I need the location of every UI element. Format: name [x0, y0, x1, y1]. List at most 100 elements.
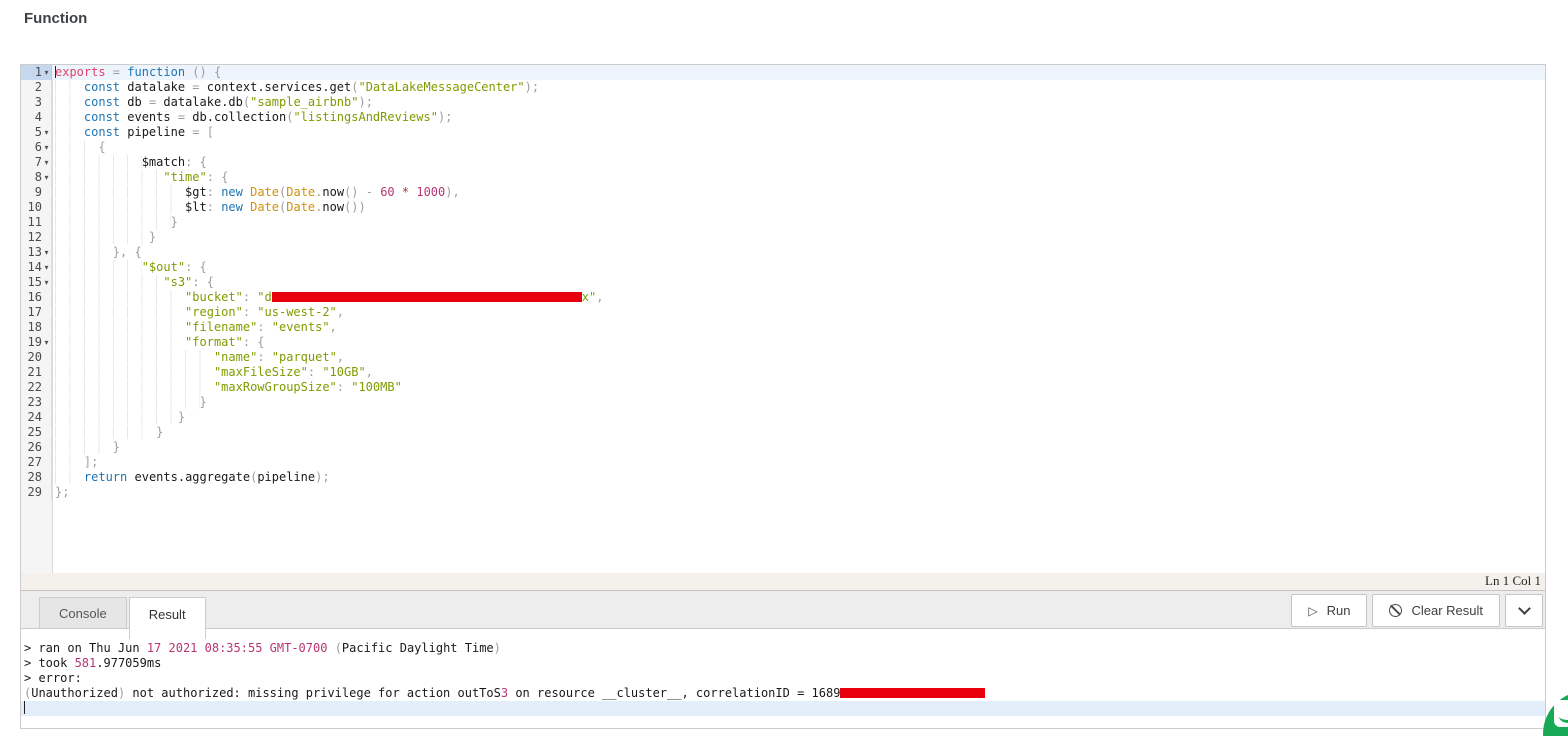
tab-console-label: Console — [59, 606, 107, 621]
chat-bubble-button[interactable] — [1543, 691, 1568, 736]
line-number[interactable]: 8▾ — [21, 170, 52, 185]
line-number[interactable]: 1▾ — [21, 65, 52, 80]
line-number: 4 — [21, 110, 52, 125]
code-line[interactable]: 7▾ $match: { — [21, 155, 1545, 170]
clear-result-label: Clear Result — [1411, 603, 1483, 618]
line-number: 29 — [21, 485, 52, 500]
line-number: 3 — [21, 95, 52, 110]
tab-result[interactable]: Result — [129, 597, 206, 639]
line-number[interactable]: 5▾ — [21, 125, 52, 140]
line-number: 18 — [21, 320, 52, 335]
line-number: 27 — [21, 455, 52, 470]
line-number[interactable]: 7▾ — [21, 155, 52, 170]
line-number: 25 — [21, 425, 52, 440]
code-line[interactable]: 21 "maxFileSize": "10GB", — [21, 365, 1545, 380]
fold-arrow-icon: ▾ — [42, 170, 51, 185]
line-number: 11 — [21, 215, 52, 230]
console-line[interactable]: > took 581.977059ms — [24, 656, 1545, 671]
fold-arrow-icon: ▾ — [42, 125, 51, 140]
fold-arrow-icon: ▾ — [42, 155, 51, 170]
clear-result-button[interactable]: Clear Result — [1372, 594, 1500, 627]
line-number: 20 — [21, 350, 52, 365]
code-line[interactable]: 18 "filename": "events", — [21, 320, 1545, 335]
code-line[interactable]: 23 } — [21, 395, 1545, 410]
code-lines-container: 1▾exports = function () {2 const datalak… — [21, 65, 1545, 500]
code-line[interactable]: 12 } — [21, 230, 1545, 245]
no-entry-icon — [1389, 604, 1402, 617]
line-number: 24 — [21, 410, 52, 425]
line-number: 16 — [21, 290, 52, 305]
console-cursor-line[interactable] — [21, 701, 1545, 716]
line-number: 2 — [21, 80, 52, 95]
tab-console[interactable]: Console — [39, 597, 127, 629]
code-line[interactable]: 26 } — [21, 440, 1545, 455]
tab-result-label: Result — [149, 607, 186, 622]
line-number: 28 — [21, 470, 52, 485]
chevron-down-icon — [1518, 602, 1531, 615]
code-line[interactable]: 22 "maxRowGroupSize": "100MB" — [21, 380, 1545, 395]
results-toolbar: Console Result ▷ Run Clear Result — [20, 591, 1546, 629]
code-line[interactable]: 15▾ "s3": { — [21, 275, 1545, 290]
fold-arrow-icon: ▾ — [42, 275, 51, 290]
code-line[interactable]: 13▾ }, { — [21, 245, 1545, 260]
fold-arrow-icon: ▾ — [42, 65, 51, 80]
fold-arrow-icon: ▾ — [42, 140, 51, 155]
code-line[interactable]: 6▾ { — [21, 140, 1545, 155]
function-editor-panel: 1▾exports = function () {2 const datalak… — [20, 64, 1546, 729]
code-line[interactable]: 16 "bucket": "dx", — [21, 290, 1545, 305]
expand-button[interactable] — [1505, 594, 1543, 627]
page-title: Function — [0, 0, 1568, 27]
line-number[interactable]: 13▾ — [21, 245, 52, 260]
play-icon: ▷ — [1308, 605, 1317, 617]
code-line[interactable]: 11 } — [21, 215, 1545, 230]
code-line[interactable]: 27 ]; — [21, 455, 1545, 470]
line-number: 22 — [21, 380, 52, 395]
code-line[interactable]: 3 const db = datalake.db("sample_airbnb"… — [21, 95, 1545, 110]
console-line[interactable]: > error: — [24, 671, 1545, 686]
toolbar-actions: ▷ Run Clear Result — [1291, 594, 1543, 627]
code-line[interactable]: 10 $lt: new Date(Date.now()) — [21, 200, 1545, 215]
code-line[interactable]: 20 "name": "parquet", — [21, 350, 1545, 365]
line-number: 26 — [21, 440, 52, 455]
console-line[interactable]: (Unauthorized) not authorized: missing p… — [24, 686, 1545, 701]
cursor-position-label: Ln 1 Col 1 — [1485, 573, 1541, 588]
console-line[interactable]: > ran on Thu Jun 17 2021 08:35:55 GMT-07… — [24, 641, 1545, 656]
redaction-bar — [840, 688, 985, 698]
text-cursor — [24, 701, 25, 714]
code-line[interactable]: 17 "region": "us-west-2", — [21, 305, 1545, 320]
code-line[interactable]: 8▾ "time": { — [21, 170, 1545, 185]
run-button-label: Run — [1327, 603, 1351, 618]
line-number[interactable]: 14▾ — [21, 260, 52, 275]
line-number[interactable]: 6▾ — [21, 140, 52, 155]
run-button[interactable]: ▷ Run — [1291, 594, 1367, 627]
code-editor[interactable]: 1▾exports = function () {2 const datalak… — [20, 64, 1546, 573]
fold-arrow-icon: ▾ — [42, 260, 51, 275]
fold-arrow-icon: ▾ — [42, 245, 51, 260]
code-line[interactable]: 5▾ const pipeline = [ — [21, 125, 1545, 140]
editor-status-bar: Ln 1 Col 1 — [20, 573, 1546, 591]
code-line[interactable]: 4 const events = db.collection("listings… — [21, 110, 1545, 125]
code-line[interactable]: 19▾ "format": { — [21, 335, 1545, 350]
code-line[interactable]: 29}; — [21, 485, 1545, 500]
redaction-bar — [272, 292, 582, 302]
line-number[interactable]: 15▾ — [21, 275, 52, 290]
console-output[interactable]: > ran on Thu Jun 17 2021 08:35:55 GMT-07… — [20, 629, 1546, 729]
results-tabs: Console Result — [39, 597, 206, 629]
line-number: 23 — [21, 395, 52, 410]
code-line[interactable]: 24 } — [21, 410, 1545, 425]
fold-arrow-icon: ▾ — [42, 335, 51, 350]
chat-bubble-icon — [1554, 700, 1568, 727]
line-number[interactable]: 19▾ — [21, 335, 52, 350]
code-line[interactable]: 14▾ "$out": { — [21, 260, 1545, 275]
line-number: 12 — [21, 230, 52, 245]
code-line[interactable]: 9 $gt: new Date(Date.now() - 60 * 1000), — [21, 185, 1545, 200]
line-number: 17 — [21, 305, 52, 320]
console-lines-container: > ran on Thu Jun 17 2021 08:35:55 GMT-07… — [24, 641, 1545, 701]
line-number: 9 — [21, 185, 52, 200]
line-number: 21 — [21, 365, 52, 380]
code-line[interactable]: 25 } — [21, 425, 1545, 440]
code-line[interactable]: 2 const datalake = context.services.get(… — [21, 80, 1545, 95]
code-line[interactable]: 28 return events.aggregate(pipeline); — [21, 470, 1545, 485]
line-number: 10 — [21, 200, 52, 215]
code-line[interactable]: 1▾exports = function () { — [21, 65, 1545, 80]
